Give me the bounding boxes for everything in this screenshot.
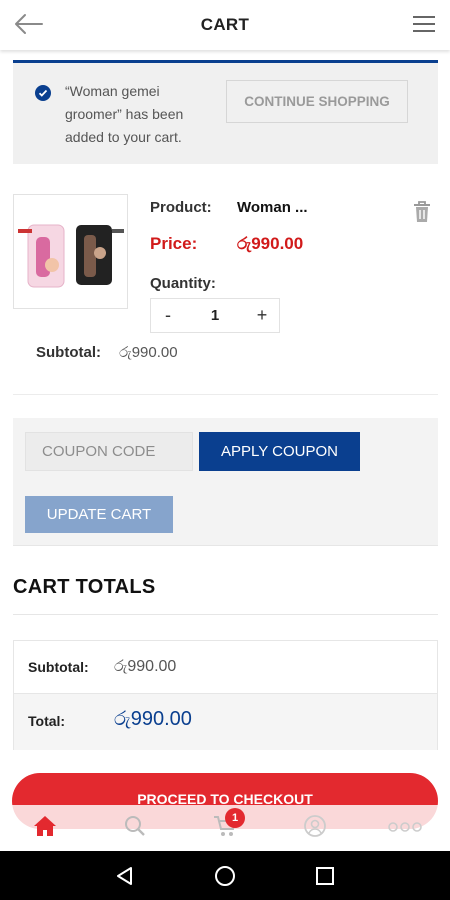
page-title: CART: [200, 15, 250, 34]
home-icon: [33, 815, 57, 842]
item-subtotal-label: Subtotal:: [36, 344, 101, 361]
nav-home[interactable]: [0, 805, 90, 851]
totals-subtotal-value: රු990.00: [114, 658, 177, 675]
back-arrow-icon[interactable]: [12, 10, 44, 38]
cart-totals-heading: CART TOTALS: [13, 576, 156, 598]
system-recents-icon[interactable]: [310, 861, 340, 891]
quantity-value[interactable]: 1: [185, 307, 245, 324]
trash-icon[interactable]: [412, 200, 432, 224]
product-thumbnail[interactable]: [13, 194, 128, 309]
price-value: රු990.00: [237, 234, 304, 253]
apply-coupon-button[interactable]: APPLY COUPON: [199, 432, 360, 471]
nav-search[interactable]: [90, 805, 180, 851]
quantity-label: Quantity:: [150, 275, 216, 292]
account-icon: [303, 814, 327, 843]
totals-subtotal-row: Subtotal: රු990.00: [14, 641, 437, 694]
price-label: Price:: [150, 234, 198, 253]
hamburger-menu-icon[interactable]: [412, 14, 436, 34]
system-home-icon[interactable]: [210, 861, 240, 891]
item-subtotal-value: රු990.00: [119, 344, 178, 361]
update-cart-button[interactable]: UPDATE CART: [25, 496, 173, 533]
top-bar: CART: [0, 0, 450, 50]
totals-subtotal-label: Subtotal:: [28, 659, 89, 675]
cart-count-badge: 1: [225, 808, 245, 828]
bottom-navigation: 1: [0, 805, 450, 851]
added-to-cart-notice: “Woman gemei groomer” has been added to …: [13, 60, 438, 164]
system-navigation-bar: [0, 851, 450, 900]
quantity-increase-button[interactable]: +: [245, 305, 279, 326]
quantity-stepper: - 1 +: [150, 298, 280, 333]
more-icon: [388, 819, 422, 837]
coupon-section: APPLY COUPON UPDATE CART: [13, 418, 438, 546]
notice-message: “Woman gemei groomer” has been added to …: [65, 83, 184, 145]
item-subtotal: Subtotal: රු990.00: [36, 344, 178, 361]
totals-total-value: රු990.00: [114, 708, 192, 730]
nav-account[interactable]: [270, 805, 360, 851]
product-name[interactable]: Woman ...: [237, 199, 308, 216]
divider: [13, 614, 438, 615]
coupon-code-input[interactable]: [25, 432, 193, 471]
divider: [13, 394, 438, 395]
system-back-icon[interactable]: [110, 861, 140, 891]
nav-more[interactable]: [360, 805, 450, 851]
search-icon: [124, 815, 146, 842]
product-label: Product:: [150, 199, 212, 216]
totals-total-row: Total: රු990.00: [14, 694, 437, 750]
continue-shopping-button[interactable]: CONTINUE SHOPPING: [226, 80, 408, 123]
check-circle-icon: [35, 85, 51, 101]
quantity-decrease-button[interactable]: -: [151, 305, 185, 326]
totals-total-label: Total:: [28, 713, 66, 729]
nav-cart[interactable]: 1: [180, 805, 270, 851]
cart-totals-table: Subtotal: රු990.00 Total: රු990.00: [13, 640, 438, 750]
